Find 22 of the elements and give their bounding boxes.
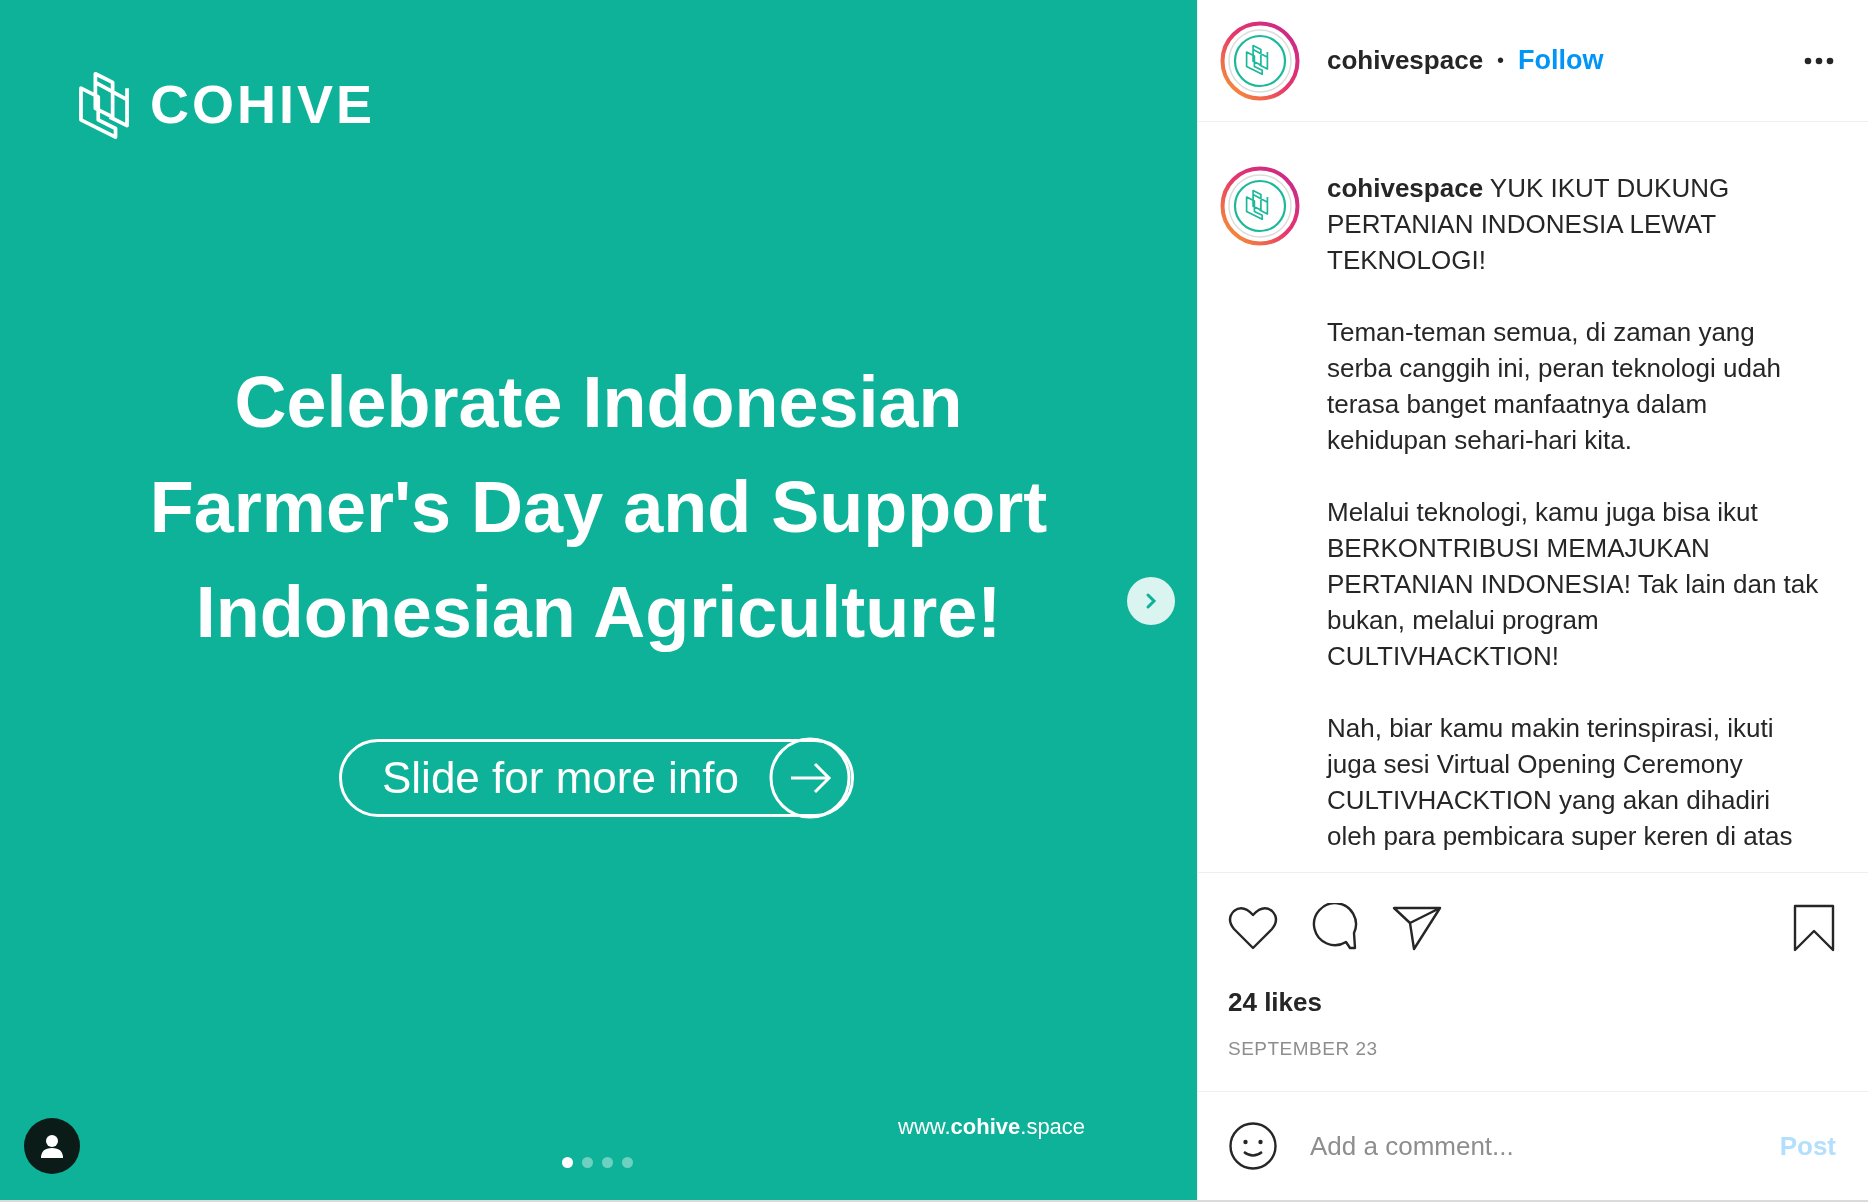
- share-icon[interactable]: [1392, 905, 1442, 951]
- likes-count[interactable]: 24 likes: [1228, 987, 1836, 1018]
- caption-avatar[interactable]: [1220, 166, 1300, 246]
- caption-text: cohivespace YUK IKUT DUKUNG PERTANIAN INDONESIA LEWAT TEKNOLOGI!: [1327, 172, 1731, 277]
- headline: Celebrate Indonesian Farmer's Day and Support Indonesian Agriculture!: [149, 361, 1048, 654]
- brand-name: COHIVE: [150, 77, 376, 131]
- arrow-circle-icon: [769, 737, 852, 819]
- person-icon: [39, 1133, 65, 1159]
- caption-text: Melalui teknologi, kamu juga bisa ikut BERKONTRIBUSI MEMAJUKAN PERTANIAN INDONESIA! Tak lain dan tak bukan, melalui program CULTIVHACKTION!: [1327, 496, 1819, 673]
- bookmark-icon[interactable]: [1792, 903, 1836, 953]
- caption-text: Teman-teman semua, di zaman yang serba canggih ini, peran teknologi udah terasa banget manfaatnya dalam kehidupan sehari-hari kita.: [1327, 316, 1782, 457]
- caption-text: Nah, biar kamu makin terinspirasi, ikuti juga sesi Virtual Opening Ceremony CULTIVHACKTION yang akan dihadiri oleh para pembicara super keren di atas: [1327, 712, 1794, 853]
- profile-avatar[interactable]: [1220, 20, 1300, 101]
- emoji-icon[interactable]: [1228, 1121, 1278, 1171]
- username-link[interactable]: cohivespace: [1327, 173, 1484, 203]
- user-tag-button[interactable]: [24, 1118, 80, 1174]
- post-date: SEPTEMBER 23: [1228, 1038, 1379, 1060]
- separator-dot: •: [1497, 49, 1505, 72]
- website-text: www.cohive.space: [898, 1114, 1086, 1140]
- username[interactable]: cohivespace: [1327, 45, 1484, 76]
- comment-field[interactable]: Add a comment...: [1308, 1129, 1750, 1163]
- like-icon[interactable]: [1228, 905, 1278, 951]
